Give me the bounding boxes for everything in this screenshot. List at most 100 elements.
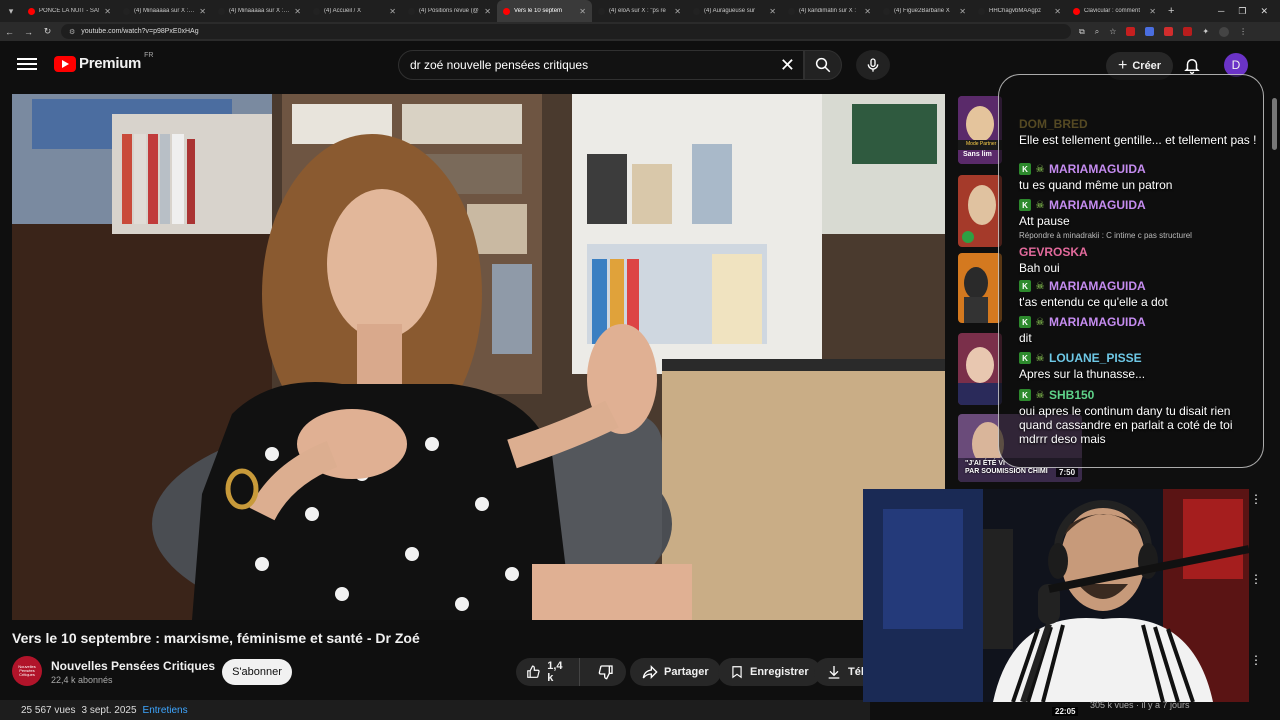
restore-icon[interactable]: ❐ [1238, 6, 1246, 17]
recommendation-thumbnail-4[interactable] [958, 333, 1002, 405]
close-tab-icon[interactable]: ✕ [1054, 7, 1061, 16]
recommendation-duration: 7:50 [1056, 468, 1079, 477]
channel-name[interactable]: Nouvelles Pensées Critiques [51, 659, 215, 673]
browser-tab[interactable]: Vers le 10 septem ✕ [497, 0, 592, 22]
tab-favicon-icon [978, 7, 985, 15]
page-scrollbar[interactable] [1272, 98, 1277, 150]
extension-icon-1[interactable] [1126, 27, 1136, 36]
chat-message: Répondre à minadrakii : C intime c pas s… [1019, 231, 1259, 275]
extensions-puzzle-icon[interactable]: ✦ [1202, 27, 1209, 36]
more-options-icon[interactable]: ⋮ [1250, 492, 1262, 506]
chat-username[interactable]: MARIAMAGUIDA [1049, 315, 1146, 329]
zoom-icon[interactable]: ⌕ [1095, 27, 1099, 37]
plus-icon: + [1118, 57, 1128, 74]
channel-avatar[interactable]: Nouvelles Pensées Critiques [12, 656, 42, 686]
tab-search-icon[interactable]: ▾ [0, 0, 22, 22]
share-button[interactable]: Partager [630, 658, 721, 686]
close-tab-icon[interactable]: ✕ [389, 7, 396, 16]
window-controls: ─ ❐ ✕ [1218, 0, 1280, 22]
install-app-icon[interactable]: ⧉ [1079, 27, 1085, 37]
new-tab-button[interactable]: + [1162, 5, 1180, 17]
extension-icon-3[interactable] [1164, 27, 1174, 36]
browser-tab[interactable]: HHChagvbMAAgpz ✕ [972, 0, 1067, 22]
browser-tab[interactable]: (4) Positions revue (@ ✕ [402, 0, 497, 22]
close-window-icon[interactable]: ✕ [1260, 6, 1268, 17]
search-input[interactable]: dr zoé nouvelle pensées critiques ✕ [398, 50, 804, 80]
create-label: Créer [1132, 60, 1162, 72]
toolbar-icons: ⧉ ⌕ ☆ ✦ ⋮ [1079, 26, 1247, 37]
video-player[interactable] [12, 94, 945, 620]
bookmark-star-icon[interactable]: ☆ [1109, 27, 1116, 36]
minimize-icon[interactable]: ─ [1218, 6, 1224, 16]
browser-tab[interactable]: (4) kandimatin sur X : ✕ [782, 0, 877, 22]
browser-tab[interactable]: (4) eloA sur X : "ps re ✕ [592, 0, 687, 22]
kick-badge-icon: K [1019, 199, 1031, 211]
close-tab-icon[interactable]: ✕ [1149, 7, 1156, 16]
close-tab-icon[interactable]: ✕ [579, 7, 586, 16]
view-count: 25 567 vues [21, 704, 76, 716]
close-tab-icon[interactable]: ✕ [104, 7, 111, 16]
site-info-icon[interactable]: ⚙ [69, 28, 75, 36]
profile-avatar-small[interactable] [1219, 26, 1230, 37]
skull-badge-icon: ☠ [1035, 280, 1045, 292]
chat-username[interactable]: LOUANE_PISSE [1049, 351, 1142, 365]
browser-tab[interactable]: (4) Minaaaaa sur X : "L ✕ [212, 0, 307, 22]
description-tag[interactable]: Entretiens [143, 705, 188, 716]
extension-icon-2[interactable] [1145, 27, 1155, 36]
streamer-webcam [863, 489, 1249, 702]
overlay-line-2: PAR SOUMISSION CHIMI [965, 468, 1048, 475]
browser-tab[interactable]: (4) Minaaaaa sur X : "h ✕ [117, 0, 212, 22]
chat-username[interactable]: MARIAMAGUIDA [1049, 198, 1146, 212]
kick-badge-icon: K [1019, 352, 1031, 364]
chat-username-row: K ☠ MARIAMAGUIDA [1019, 315, 1259, 329]
recommendation-thumbnail-3[interactable] [958, 253, 1002, 323]
chat-username[interactable]: SHB150 [1049, 388, 1094, 402]
close-tab-icon[interactable]: ✕ [484, 7, 491, 16]
chat-username[interactable]: GEVROSKA [1019, 245, 1088, 259]
search-button[interactable] [804, 50, 842, 80]
reload-icon[interactable]: ↻ [38, 26, 57, 37]
forward-icon[interactable]: → [19, 27, 38, 37]
close-tab-icon[interactable]: ✕ [769, 7, 776, 16]
chat-username[interactable]: MARIAMAGUIDA [1049, 279, 1146, 293]
browser-tab-strip: ▾ PONCE LA NUIT - SA! ✕ (4) Minaaaaa sur X… [0, 0, 1280, 22]
address-bar[interactable]: ⚙ youtube.com/watch?v=p98PxE0xHAg [61, 24, 1071, 39]
chat-username-row: K ☠ MARIAMAGUIDA [1019, 198, 1259, 212]
clear-search-icon[interactable]: ✕ [780, 55, 795, 76]
browser-tab[interactable]: (4) Figue2Barbarie X ✕ [877, 0, 972, 22]
browser-tab[interactable]: Clavicular : comment ✕ [1067, 0, 1162, 22]
save-button[interactable]: Enregistrer [718, 658, 821, 686]
close-tab-icon[interactable]: ✕ [864, 7, 871, 16]
youtube-premium-logo[interactable]: Premium FR [54, 52, 153, 72]
more-options-icon[interactable]: ⋮ [1250, 653, 1262, 667]
thumbnail-image [958, 253, 1002, 323]
browser-tab[interactable]: (4) Auragueuse sur ✕ [687, 0, 782, 22]
dislike-button[interactable] [586, 658, 626, 686]
like-button[interactable]: 1,4 k [516, 658, 580, 686]
close-tab-icon[interactable]: ✕ [959, 7, 966, 16]
browser-tab[interactable]: (4) Accueil / X ✕ [307, 0, 402, 22]
tab-favicon-icon [218, 7, 225, 15]
browser-menu-icon[interactable]: ⋮ [1239, 27, 1247, 36]
subscribe-button[interactable]: S'abonner [222, 659, 292, 685]
share-label: Partager [664, 666, 709, 678]
video-frame [12, 94, 945, 620]
browser-toolbar: ← → ↻ ⚙ youtube.com/watch?v=p98PxE0xHAg … [0, 22, 1280, 41]
close-tab-icon[interactable]: ✕ [674, 7, 681, 16]
browser-tab[interactable]: PONCE LA NUIT - SA! ✕ [22, 0, 117, 22]
more-options-icon[interactable]: ⋮ [1250, 572, 1262, 586]
chat-username[interactable]: DOM_BRED [1019, 117, 1088, 131]
voice-search-button[interactable] [856, 50, 890, 80]
download-icon [828, 666, 840, 679]
back-icon[interactable]: ← [0, 27, 19, 37]
close-tab-icon[interactable]: ✕ [294, 7, 301, 16]
skull-badge-icon: ☠ [1035, 316, 1045, 328]
chat-username[interactable]: MARIAMAGUIDA [1049, 162, 1146, 176]
extension-icon-4[interactable] [1183, 27, 1193, 36]
tab-favicon-icon [503, 7, 510, 15]
description-preview[interactable]: 25 567 vues 3 sept. 2025 Entretiens [0, 700, 870, 720]
menu-icon[interactable] [17, 55, 37, 75]
recommendation-thumbnail-2[interactable] [958, 175, 1002, 247]
bookmark-icon [732, 666, 742, 679]
close-tab-icon[interactable]: ✕ [199, 7, 206, 16]
